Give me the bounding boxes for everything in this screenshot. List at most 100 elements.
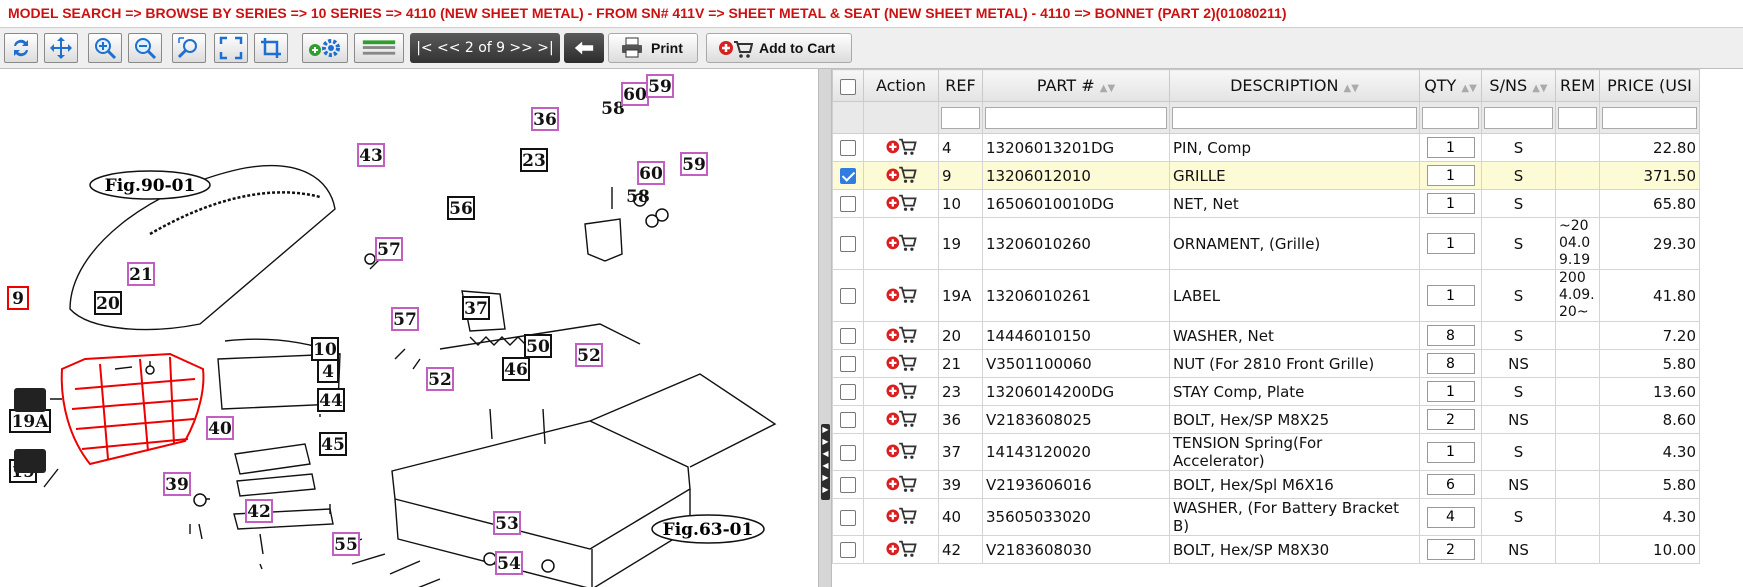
row-select-cell[interactable]: [832, 321, 864, 350]
sort-icon[interactable]: ▲▼: [1100, 83, 1115, 94]
callout-55[interactable]: 55: [332, 532, 360, 556]
callout-52[interactable]: 52: [426, 367, 454, 391]
row-select-cell[interactable]: [832, 217, 864, 270]
row-select-cell[interactable]: [832, 377, 864, 406]
settings-button[interactable]: [302, 33, 348, 63]
add-to-cart-icon[interactable]: [884, 538, 918, 558]
qty-input[interactable]: [1426, 285, 1475, 306]
callout-42[interactable]: 42: [245, 499, 273, 523]
panel-splitter[interactable]: ▶ ▶ ◀ ◀ ▶ ▶: [818, 69, 832, 587]
row-select-cell[interactable]: [832, 498, 864, 536]
qty-input[interactable]: [1426, 506, 1475, 528]
action-cell[interactable]: [863, 161, 939, 190]
sort-icon[interactable]: ▲▼: [1532, 83, 1547, 94]
qty-input[interactable]: [1426, 474, 1475, 495]
add-to-cart-button[interactable]: Add to Cart: [706, 33, 852, 63]
callout-20[interactable]: 20: [94, 291, 122, 315]
callout-46[interactable]: 46: [502, 357, 530, 381]
callout-10[interactable]: 10: [311, 337, 339, 361]
add-to-cart-icon[interactable]: [884, 473, 918, 493]
row-checkbox[interactable]: [840, 168, 856, 184]
callout-39[interactable]: 39: [163, 472, 191, 496]
splitter-grip[interactable]: ▶ ▶ ◀ ◀ ▶ ▶: [821, 424, 830, 500]
price-filter-input[interactable]: [1602, 106, 1697, 129]
qty-header[interactable]: QTY ▲▼: [1419, 69, 1482, 102]
callout-58[interactable]: 58: [626, 187, 650, 207]
callout-9[interactable]: 9: [7, 286, 29, 310]
add-to-cart-icon[interactable]: [884, 136, 918, 156]
first-page-button[interactable]: |<: [416, 40, 432, 56]
prev-page-button[interactable]: <<: [437, 40, 460, 56]
row-checkbox[interactable]: [840, 542, 856, 558]
parts-diagram[interactable]: Fig.90-01 Fig.63-01 919A1920214336586059…: [0, 69, 818, 587]
callout-59[interactable]: 59: [680, 152, 708, 176]
row-select-cell[interactable]: [832, 470, 864, 499]
qty-input[interactable]: [1426, 353, 1475, 374]
add-to-cart-icon[interactable]: [884, 324, 918, 344]
table-row[interactable]: 42 V2183608030 BOLT, Hex/SP M8X30 NS 10.…: [832, 535, 1700, 564]
next-page-button[interactable]: >>: [509, 40, 532, 56]
callout-60[interactable]: 60: [621, 82, 649, 106]
table-row[interactable]: 21 V3501100060 NUT (For 2810 Front Grill…: [832, 349, 1700, 378]
row-select-cell[interactable]: [832, 161, 864, 190]
callout-23[interactable]: 23: [520, 148, 548, 172]
fit-screen-button[interactable]: [214, 33, 248, 63]
add-to-cart-icon[interactable]: [884, 440, 918, 460]
row-checkbox[interactable]: [840, 412, 856, 428]
row-select-cell[interactable]: [832, 133, 864, 162]
qty-input[interactable]: [1426, 381, 1475, 402]
row-checkbox[interactable]: [840, 356, 856, 372]
add-to-cart-icon[interactable]: [884, 408, 918, 428]
toggle-table-button[interactable]: [354, 33, 404, 63]
add-to-cart-icon[interactable]: [884, 284, 918, 304]
breadcrumb[interactable]: MODEL SEARCH => BROWSE BY SERIES => 10 S…: [0, 0, 1743, 27]
action-cell[interactable]: [863, 433, 939, 471]
sns-header[interactable]: S/NS ▲▼: [1481, 69, 1556, 102]
pan-button[interactable]: [44, 33, 78, 63]
table-row[interactable]: 20 14446010150 WASHER, Net S 7.20: [832, 321, 1700, 350]
select-all-header[interactable]: [832, 69, 864, 102]
rotate-button[interactable]: [4, 33, 38, 63]
action-cell[interactable]: [863, 217, 939, 270]
callout-57[interactable]: 57: [391, 307, 419, 331]
row-select-cell[interactable]: [832, 189, 864, 218]
callout-37[interactable]: 37: [462, 296, 490, 320]
price-header[interactable]: PRICE (USI: [1599, 69, 1700, 102]
row-checkbox[interactable]: [840, 477, 856, 493]
row-select-cell[interactable]: [832, 433, 864, 471]
add-to-cart-icon[interactable]: [884, 232, 918, 252]
row-select-cell[interactable]: [832, 535, 864, 564]
row-select-cell[interactable]: [832, 349, 864, 378]
callout-21[interactable]: 21: [127, 262, 155, 286]
action-cell[interactable]: [863, 405, 939, 434]
last-page-button[interactable]: >|: [537, 40, 553, 56]
description-filter-input[interactable]: [1172, 106, 1417, 129]
table-row[interactable]: 40 35605033020 WASHER, (For Battery Brac…: [832, 498, 1700, 536]
print-button[interactable]: Print: [608, 33, 698, 63]
add-to-cart-icon[interactable]: [884, 352, 918, 372]
table-row[interactable]: 19 13206010260 ORNAMENT, (Grille) S ~200…: [832, 217, 1700, 270]
callout-45[interactable]: 45: [319, 432, 347, 456]
add-to-cart-icon[interactable]: [884, 380, 918, 400]
action-cell[interactable]: [863, 269, 939, 322]
qty-filter-input[interactable]: [1422, 106, 1479, 129]
row-checkbox[interactable]: [840, 288, 856, 304]
callout-57[interactable]: 57: [375, 237, 403, 261]
action-cell[interactable]: [863, 498, 939, 536]
action-cell[interactable]: [863, 349, 939, 378]
add-to-cart-icon[interactable]: [884, 505, 918, 525]
table-row[interactable]: 36 V2183608025 BOLT, Hex/SP M8X25 NS 8.6…: [832, 405, 1700, 434]
qty-input[interactable]: [1426, 409, 1475, 430]
callout-40[interactable]: 40: [206, 416, 234, 440]
qty-input[interactable]: [1426, 325, 1475, 346]
callout-52[interactable]: 52: [575, 343, 603, 367]
callout-43[interactable]: 43: [357, 143, 385, 167]
qty-input[interactable]: [1426, 137, 1475, 158]
sort-icon[interactable]: ▲▼: [1344, 83, 1359, 94]
qty-input[interactable]: [1426, 165, 1475, 186]
callout-54[interactable]: 54: [495, 551, 523, 575]
row-checkbox[interactable]: [840, 509, 856, 526]
table-row[interactable]: 9 13206012010 GRILLE S 371.50: [832, 161, 1700, 190]
add-to-cart-icon[interactable]: [884, 164, 918, 184]
crop-button[interactable]: [254, 33, 288, 63]
